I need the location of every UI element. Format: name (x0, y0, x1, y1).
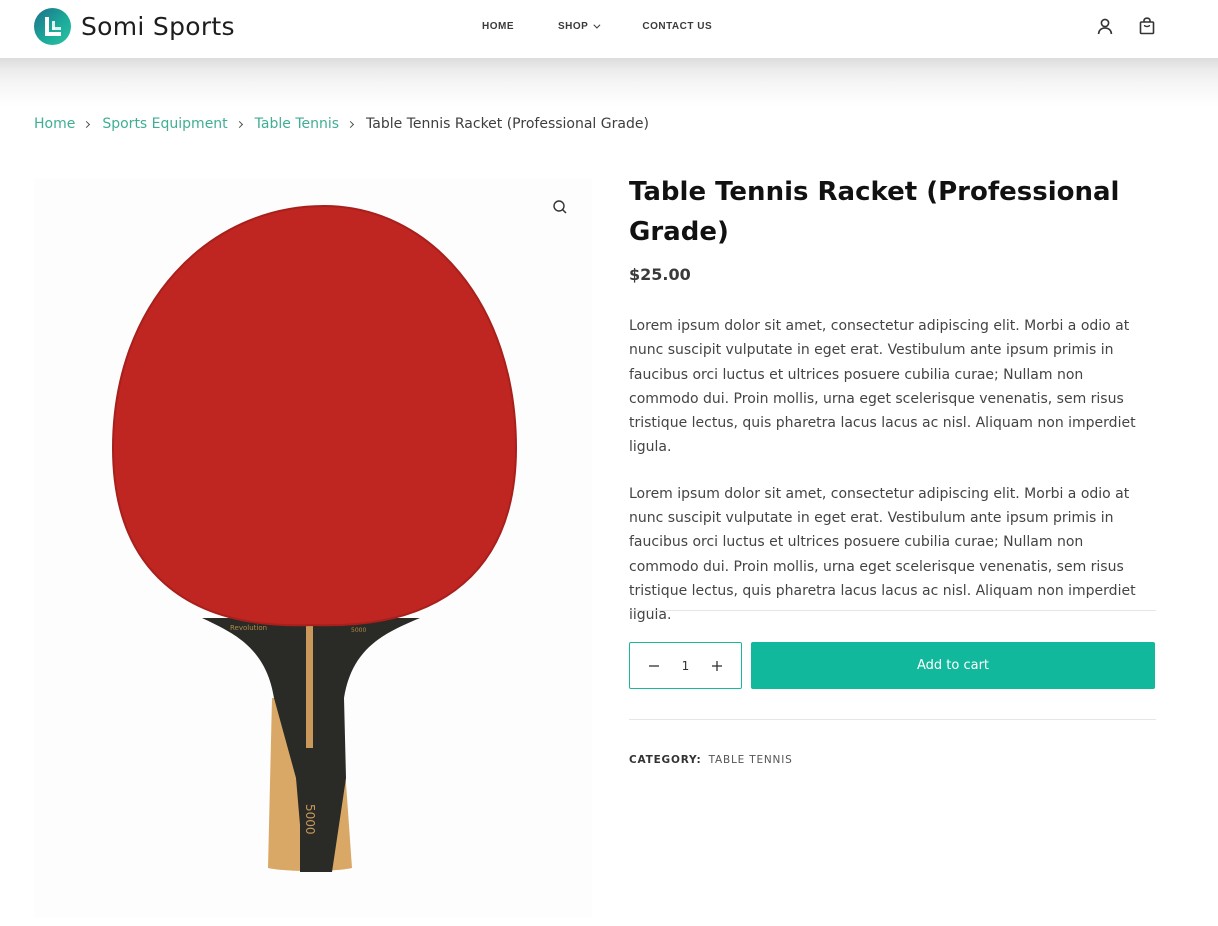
breadcrumb-current: Table Tennis Racket (Professional Grade) (366, 116, 649, 132)
description-paragraph: Lorem ipsum dolor sit amet, consectetur … (629, 485, 1136, 624)
increase-quantity-button[interactable] (709, 658, 725, 674)
racket-brand-text: Revolution (230, 624, 267, 632)
breadcrumb-home[interactable]: Home (34, 116, 75, 132)
add-to-cart-button[interactable]: Add to cart (751, 642, 1155, 689)
racket-illustration: Revolution 5000 5000 (111, 204, 518, 872)
product-category: CATEGORY: TABLE TENNIS (629, 754, 793, 766)
quantity-input[interactable]: 1 (682, 659, 690, 673)
quantity-stepper: 1 (629, 642, 742, 689)
chevron-right-icon (83, 120, 91, 128)
nav-contact-label: CONTACT US (642, 21, 713, 32)
main-nav: HOME SHOP CONTACT US (482, 21, 756, 32)
product-title: Table Tennis Racket (Professional Grade) (629, 177, 1120, 247)
chevron-down-icon (593, 21, 601, 29)
header-actions (1096, 17, 1156, 35)
breadcrumb-table-tennis[interactable]: Table Tennis (255, 116, 339, 132)
category-link[interactable]: TABLE TENNIS (709, 754, 793, 766)
chevron-right-icon (235, 120, 243, 128)
product-image[interactable]: Revolution 5000 5000 (34, 178, 592, 918)
site-header: Somi Sports HOME SHOP CONTACT US (0, 0, 1218, 58)
plus-icon (711, 660, 722, 671)
site-logo[interactable]: Somi Sports (34, 8, 235, 45)
divider (629, 610, 1156, 611)
category-label: CATEGORY: (629, 754, 702, 766)
breadcrumb-sports-equipment[interactable]: Sports Equipment (102, 116, 227, 132)
logo-mark-icon (34, 8, 71, 45)
breadcrumb: Home Sports Equipment Table Tennis Table… (34, 116, 649, 132)
product-summary: Table Tennis Racket (Professional Grade)… (629, 172, 1156, 628)
nav-home[interactable]: HOME (482, 21, 514, 32)
racket-model-text-top: 5000 (351, 627, 366, 634)
nav-shop-label: SHOP (558, 21, 589, 32)
chevron-right-icon (347, 120, 355, 128)
decrease-quantity-button[interactable] (646, 658, 662, 674)
brand-name: Somi Sports (81, 12, 235, 41)
zoom-icon[interactable] (550, 197, 570, 217)
nav-shop[interactable]: SHOP (558, 21, 601, 32)
nav-home-label: HOME (482, 21, 514, 32)
racket-model-text: 5000 (303, 804, 317, 835)
divider (629, 719, 1156, 720)
header-shadow (0, 58, 1218, 106)
minus-icon (649, 664, 659, 667)
description-paragraph: Lorem ipsum dolor sit amet, consectetur … (629, 318, 1136, 456)
nav-contact[interactable]: CONTACT US (642, 21, 712, 32)
shopping-bag-icon[interactable] (1138, 17, 1156, 35)
product-price: $25.00 (629, 265, 691, 284)
user-icon[interactable] (1096, 17, 1114, 35)
product-description: Lorem ipsum dolor sit amet, consectetur … (629, 314, 1156, 628)
